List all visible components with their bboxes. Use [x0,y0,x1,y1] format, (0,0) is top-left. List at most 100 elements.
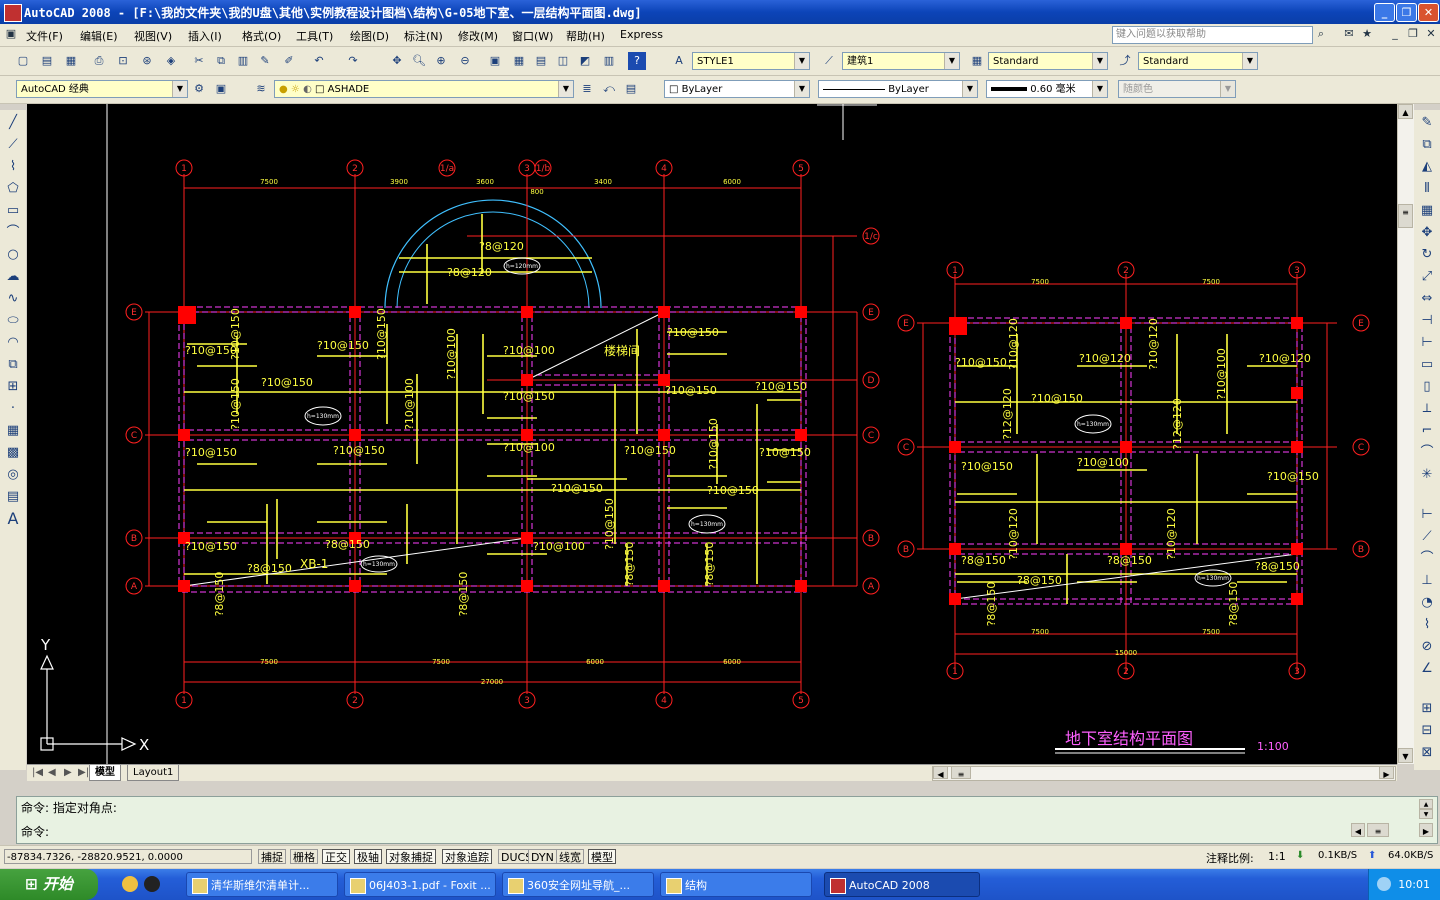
break-icon[interactable]: ▯ [1418,378,1436,396]
dim-ordinate-icon[interactable]: ⊥ [1418,572,1436,590]
cmd-hscroll-left-icon[interactable]: ◀ [1351,823,1365,837]
trim-icon[interactable]: ⊣ [1418,312,1436,330]
save-icon[interactable]: ▦ [62,52,80,70]
tool-palettes-icon[interactable]: ▤ [532,52,550,70]
scroll-down-icon[interactable]: ▼ [1398,748,1413,763]
move-icon[interactable]: ✥ [1418,224,1436,242]
redo-icon[interactable]: ↷ [344,52,362,70]
multiline-text-icon[interactable]: A [4,510,22,528]
start-button[interactable]: ⊞ 开始 [0,869,98,900]
linetype-select[interactable]: ByLayer ▼ [818,80,978,98]
multileader-style-icon[interactable]: ⤴ [1116,52,1134,70]
zoom-realtime-icon[interactable]: 🔍︎ [410,52,428,70]
otrack-toggle[interactable]: 对象追踪 [442,849,492,864]
restore-button[interactable]: ❐ [1396,3,1417,22]
dim-arc-icon[interactable]: ⌒ [1418,550,1436,568]
qq-quicklaunch-icon[interactable] [144,876,160,892]
workspace-save-icon[interactable]: ▣ [212,80,230,98]
plot-preview-icon[interactable]: ⊡ [114,52,132,70]
ie-quicklaunch-icon[interactable] [122,876,138,892]
drawing-canvas[interactable]: 1 2 1/a 3 1/b 4 5 1 2 3 4 5 E C B A E D … [27,104,1397,764]
layer-manager-icon[interactable]: ≋ [252,80,270,98]
help-icon[interactable]: ? [628,52,646,70]
favorites-icon[interactable]: ★ [1360,27,1374,41]
new-icon[interactable]: ▢ [14,52,32,70]
tab-model[interactable]: 模型 [89,765,121,781]
fillet-icon[interactable]: ⌒ [1418,444,1436,462]
tab-layout1[interactable]: Layout1 [127,765,180,781]
hscroll-thumb[interactable]: ≡ [951,766,971,779]
design-center-icon[interactable]: ▦ [510,52,528,70]
chevron-down-icon[interactable]: ▼ [558,81,573,97]
chevron-down-icon[interactable]: ▼ [172,81,187,97]
dim-diameter-icon[interactable]: ⊘ [1418,638,1436,656]
close-button[interactable]: ✕ [1418,3,1439,22]
search-icon[interactable]: ⌕ [1314,27,1328,41]
match-properties-icon[interactable]: ✎ [256,52,274,70]
scale-icon[interactable]: ⤢ [1418,268,1436,286]
tray-arrow-icon[interactable] [1377,877,1391,891]
explode-icon[interactable]: ✳ [1418,466,1436,484]
menu-modify[interactable]: 修改(M) [458,28,498,44]
pan-icon[interactable]: ✥ [388,52,406,70]
zoom-window-icon[interactable]: ⊕ [432,52,450,70]
break-at-point-icon[interactable]: ▭ [1418,356,1436,374]
dyn-toggle[interactable]: DYN [528,849,557,864]
cmd-scroll-up-icon[interactable]: ▲ [1419,799,1433,809]
taskbar-item-active[interactable]: AutoCAD 2008 [824,872,980,897]
doc-restore-icon[interactable]: ❐ [1406,27,1420,41]
publish-icon[interactable]: ⊛ [138,52,156,70]
hatch-icon[interactable]: ▦ [4,422,22,440]
menu-file[interactable]: 文件(F) [26,28,63,44]
block-editor-icon[interactable]: ✐ [280,52,298,70]
copy-icon[interactable]: ⧉ [212,52,230,70]
menu-tools[interactable]: 工具(T) [296,28,333,44]
paste-icon[interactable]: ▥ [234,52,252,70]
region-icon[interactable]: ◎ [4,466,22,484]
menu-express[interactable]: Express [620,28,663,41]
minimize-button[interactable]: _ [1374,3,1395,22]
table-style-icon[interactable]: ▦ [968,52,986,70]
dim-angular-icon[interactable]: ∠ [1418,660,1436,678]
clock[interactable]: 10:01 [1398,878,1430,891]
dim-continue-icon[interactable]: ⊠ [1418,744,1436,762]
layer-states-icon[interactable]: ▤ [622,80,640,98]
text-style-icon[interactable]: A [670,52,688,70]
cmd-hscroll-thumb[interactable]: ≡ [1367,823,1389,837]
polar-toggle[interactable]: 极轴 [354,849,382,864]
menu-window[interactable]: 窗口(W) [512,28,553,44]
command-prompt[interactable]: 命令: [21,823,49,840]
sheet-set-icon[interactable]: ◫ [554,52,572,70]
3d-dwf-icon[interactable]: ◈ [162,52,180,70]
communication-center-icon[interactable]: ✉ [1342,27,1356,41]
autocad-app-icon[interactable] [4,4,22,22]
doc-close-icon[interactable]: ✕ [1424,27,1438,41]
document-icon[interactable]: ▣ [4,27,18,41]
ellipse-icon[interactable]: ⬭ [4,312,22,330]
properties-icon[interactable]: ▣ [486,52,504,70]
scroll-right-icon[interactable]: ▶ [1379,766,1394,779]
text-style-select[interactable]: STYLE1 ▼ [692,52,810,70]
polygon-icon[interactable]: ⬠ [4,180,22,198]
scroll-thumb[interactable]: ≡ [1398,204,1413,228]
gradient-icon[interactable]: ▩ [4,444,22,462]
zoom-previous-icon[interactable]: ⊖ [456,52,474,70]
arc-icon[interactable]: ⌒ [4,224,22,242]
dim-style-select[interactable]: 建筑1 ▼ [842,52,960,70]
chevron-down-icon[interactable]: ▼ [962,81,977,97]
chevron-down-icon[interactable]: ▼ [1092,81,1107,97]
revision-cloud-icon[interactable]: ☁ [4,268,22,286]
color-select[interactable]: □ ByLayer ▼ [664,80,810,98]
layer-previous-icon[interactable]: ⤺ [600,80,618,98]
offset-icon[interactable]: ⫴ [1418,180,1436,198]
chevron-down-icon[interactable]: ▼ [1092,53,1107,69]
workspace-select[interactable]: AutoCAD 经典 ▼ [16,80,188,98]
chevron-down-icon[interactable]: ▼ [794,53,809,69]
menu-draw[interactable]: 绘图(D) [350,28,389,44]
join-icon[interactable]: ⟂ [1418,400,1436,418]
quick-dim-icon[interactable]: ⊞ [1418,700,1436,718]
menu-dimension[interactable]: 标注(N) [404,28,443,44]
insert-block-icon[interactable]: ⧉ [4,356,22,374]
chevron-down-icon[interactable]: ▼ [1242,53,1257,69]
model-toggle[interactable]: 模型 [588,849,616,864]
